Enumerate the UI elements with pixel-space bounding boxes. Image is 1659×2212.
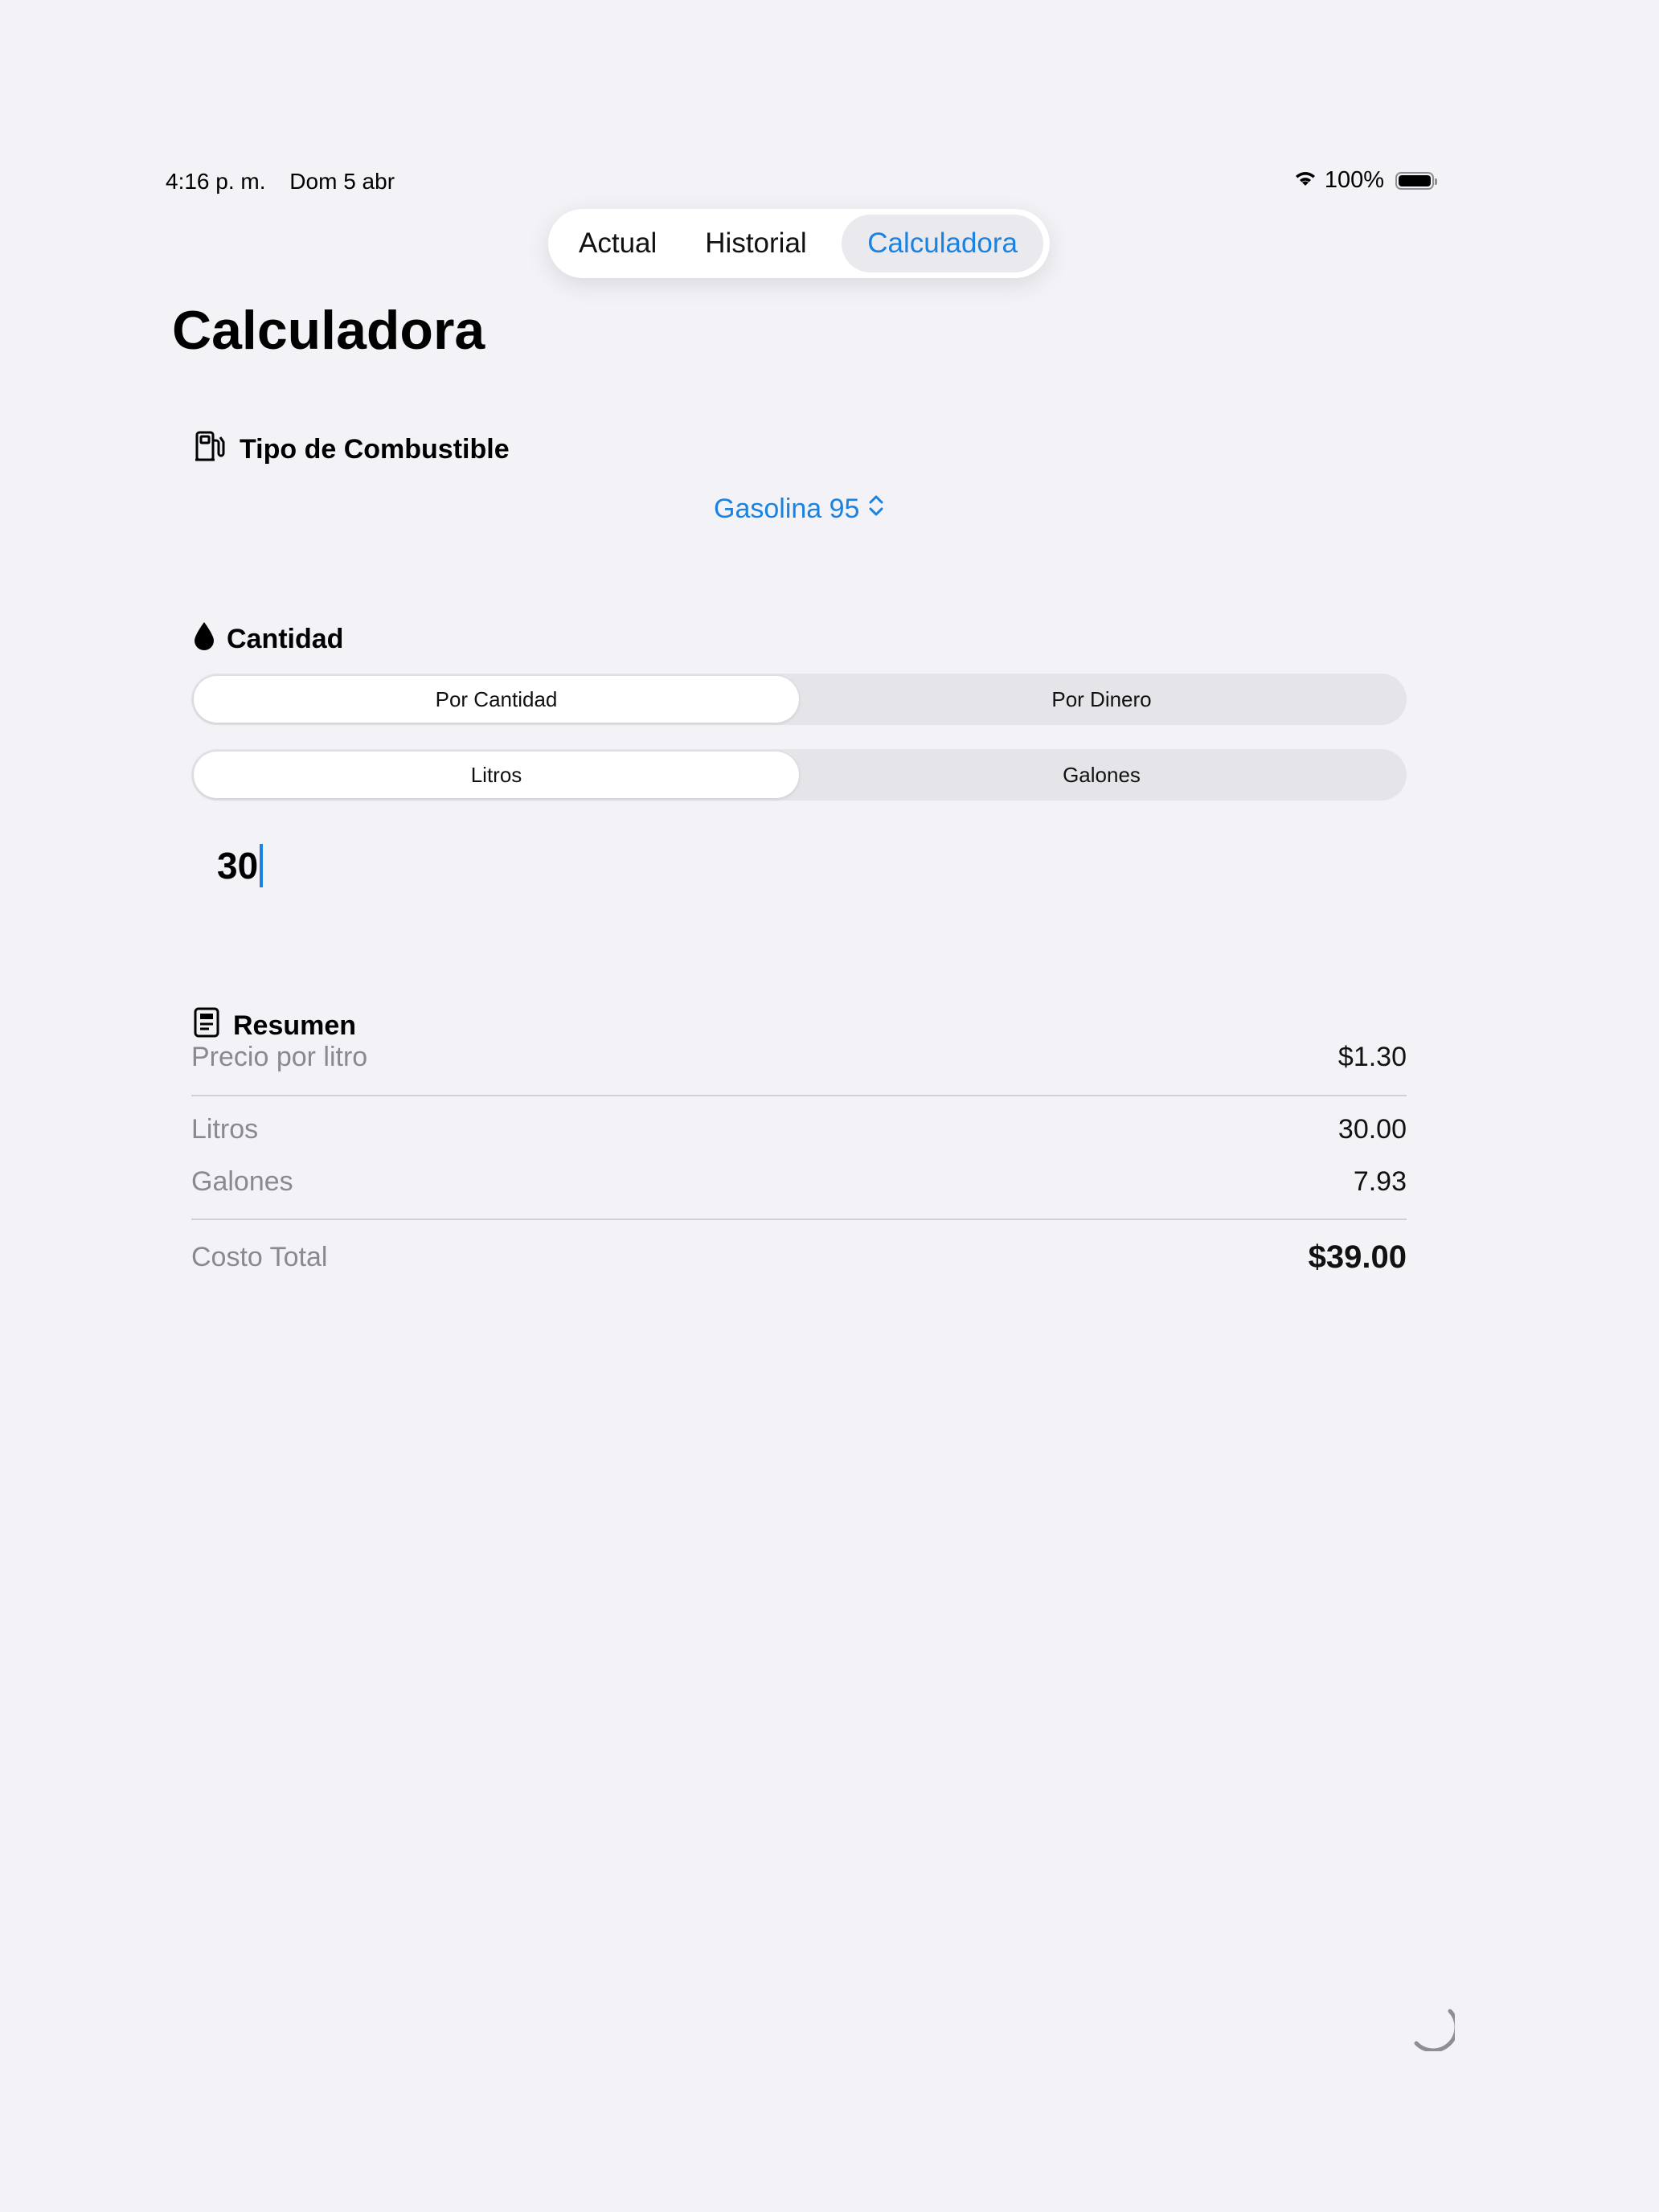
text-cursor	[260, 844, 264, 887]
total-value: $39.00	[1308, 1239, 1407, 1275]
fuel-pump-icon	[193, 429, 227, 470]
summary-heading: Resumen	[233, 1010, 357, 1041]
tab-historial[interactable]: Historial	[681, 215, 830, 272]
price-value: $1.30	[1337, 1042, 1407, 1072]
summary-divider	[191, 1095, 1407, 1096]
summary-header: Resumen	[193, 1006, 356, 1046]
summary-row-liters: Litros 30.00	[191, 1114, 1407, 1145]
mode-segmented-control: Por Cantidad Por Dinero	[191, 674, 1407, 725]
status-date: Dom 5 abr	[289, 169, 395, 194]
summary-row-gallons: Galones 7.93	[191, 1166, 1407, 1198]
unit-segmented-control: Litros Galones	[191, 749, 1407, 801]
top-tab-bar: Actual Historial Calculadora	[548, 209, 1050, 278]
battery-icon	[1395, 171, 1437, 190]
total-label: Costo Total	[191, 1242, 328, 1272]
quantity-heading: Cantidad	[227, 624, 344, 654]
amount-value: 30	[217, 845, 259, 887]
liters-value: 30.00	[1337, 1114, 1407, 1145]
status-bar-right: 100%	[1292, 167, 1437, 194]
segment-galones[interactable]: Galones	[799, 752, 1404, 798]
drop-icon	[193, 621, 215, 658]
amount-input[interactable]: 30	[217, 844, 264, 887]
document-icon	[193, 1006, 220, 1046]
segment-por-cantidad[interactable]: Por Cantidad	[194, 676, 799, 723]
fuel-type-value: Gasolina 95	[714, 494, 860, 524]
status-bar-left: 4:16 p. m. Dom 5 abr	[166, 169, 395, 195]
chevron-up-down-icon	[867, 494, 885, 525]
quantity-header: Cantidad	[193, 621, 343, 658]
summary-divider	[191, 1219, 1407, 1220]
segment-por-dinero[interactable]: Por Dinero	[799, 676, 1404, 723]
gallons-value: 7.93	[1353, 1166, 1407, 1197]
wifi-icon	[1292, 167, 1318, 194]
status-time: 4:16 p. m.	[166, 169, 266, 194]
tab-calculadora[interactable]: Calculadora	[842, 215, 1043, 272]
segment-litros[interactable]: Litros	[194, 752, 799, 798]
gallons-label: Galones	[191, 1166, 293, 1197]
fuel-type-heading: Tipo de Combustible	[240, 434, 510, 465]
price-label: Precio por litro	[191, 1042, 368, 1072]
fuel-type-picker[interactable]: Gasolina 95	[714, 494, 885, 525]
summary-row-total: Costo Total $39.00	[191, 1239, 1407, 1276]
page-title: Calculadora	[172, 300, 485, 361]
tab-actual[interactable]: Actual	[555, 215, 681, 272]
summary-row-price: Precio por litro $1.30	[191, 1042, 1407, 1073]
liters-label: Litros	[191, 1114, 259, 1145]
fuel-type-header: Tipo de Combustible	[193, 429, 510, 470]
battery-percent: 100%	[1324, 167, 1384, 193]
loading-spinner-icon	[1410, 2006, 1459, 2055]
